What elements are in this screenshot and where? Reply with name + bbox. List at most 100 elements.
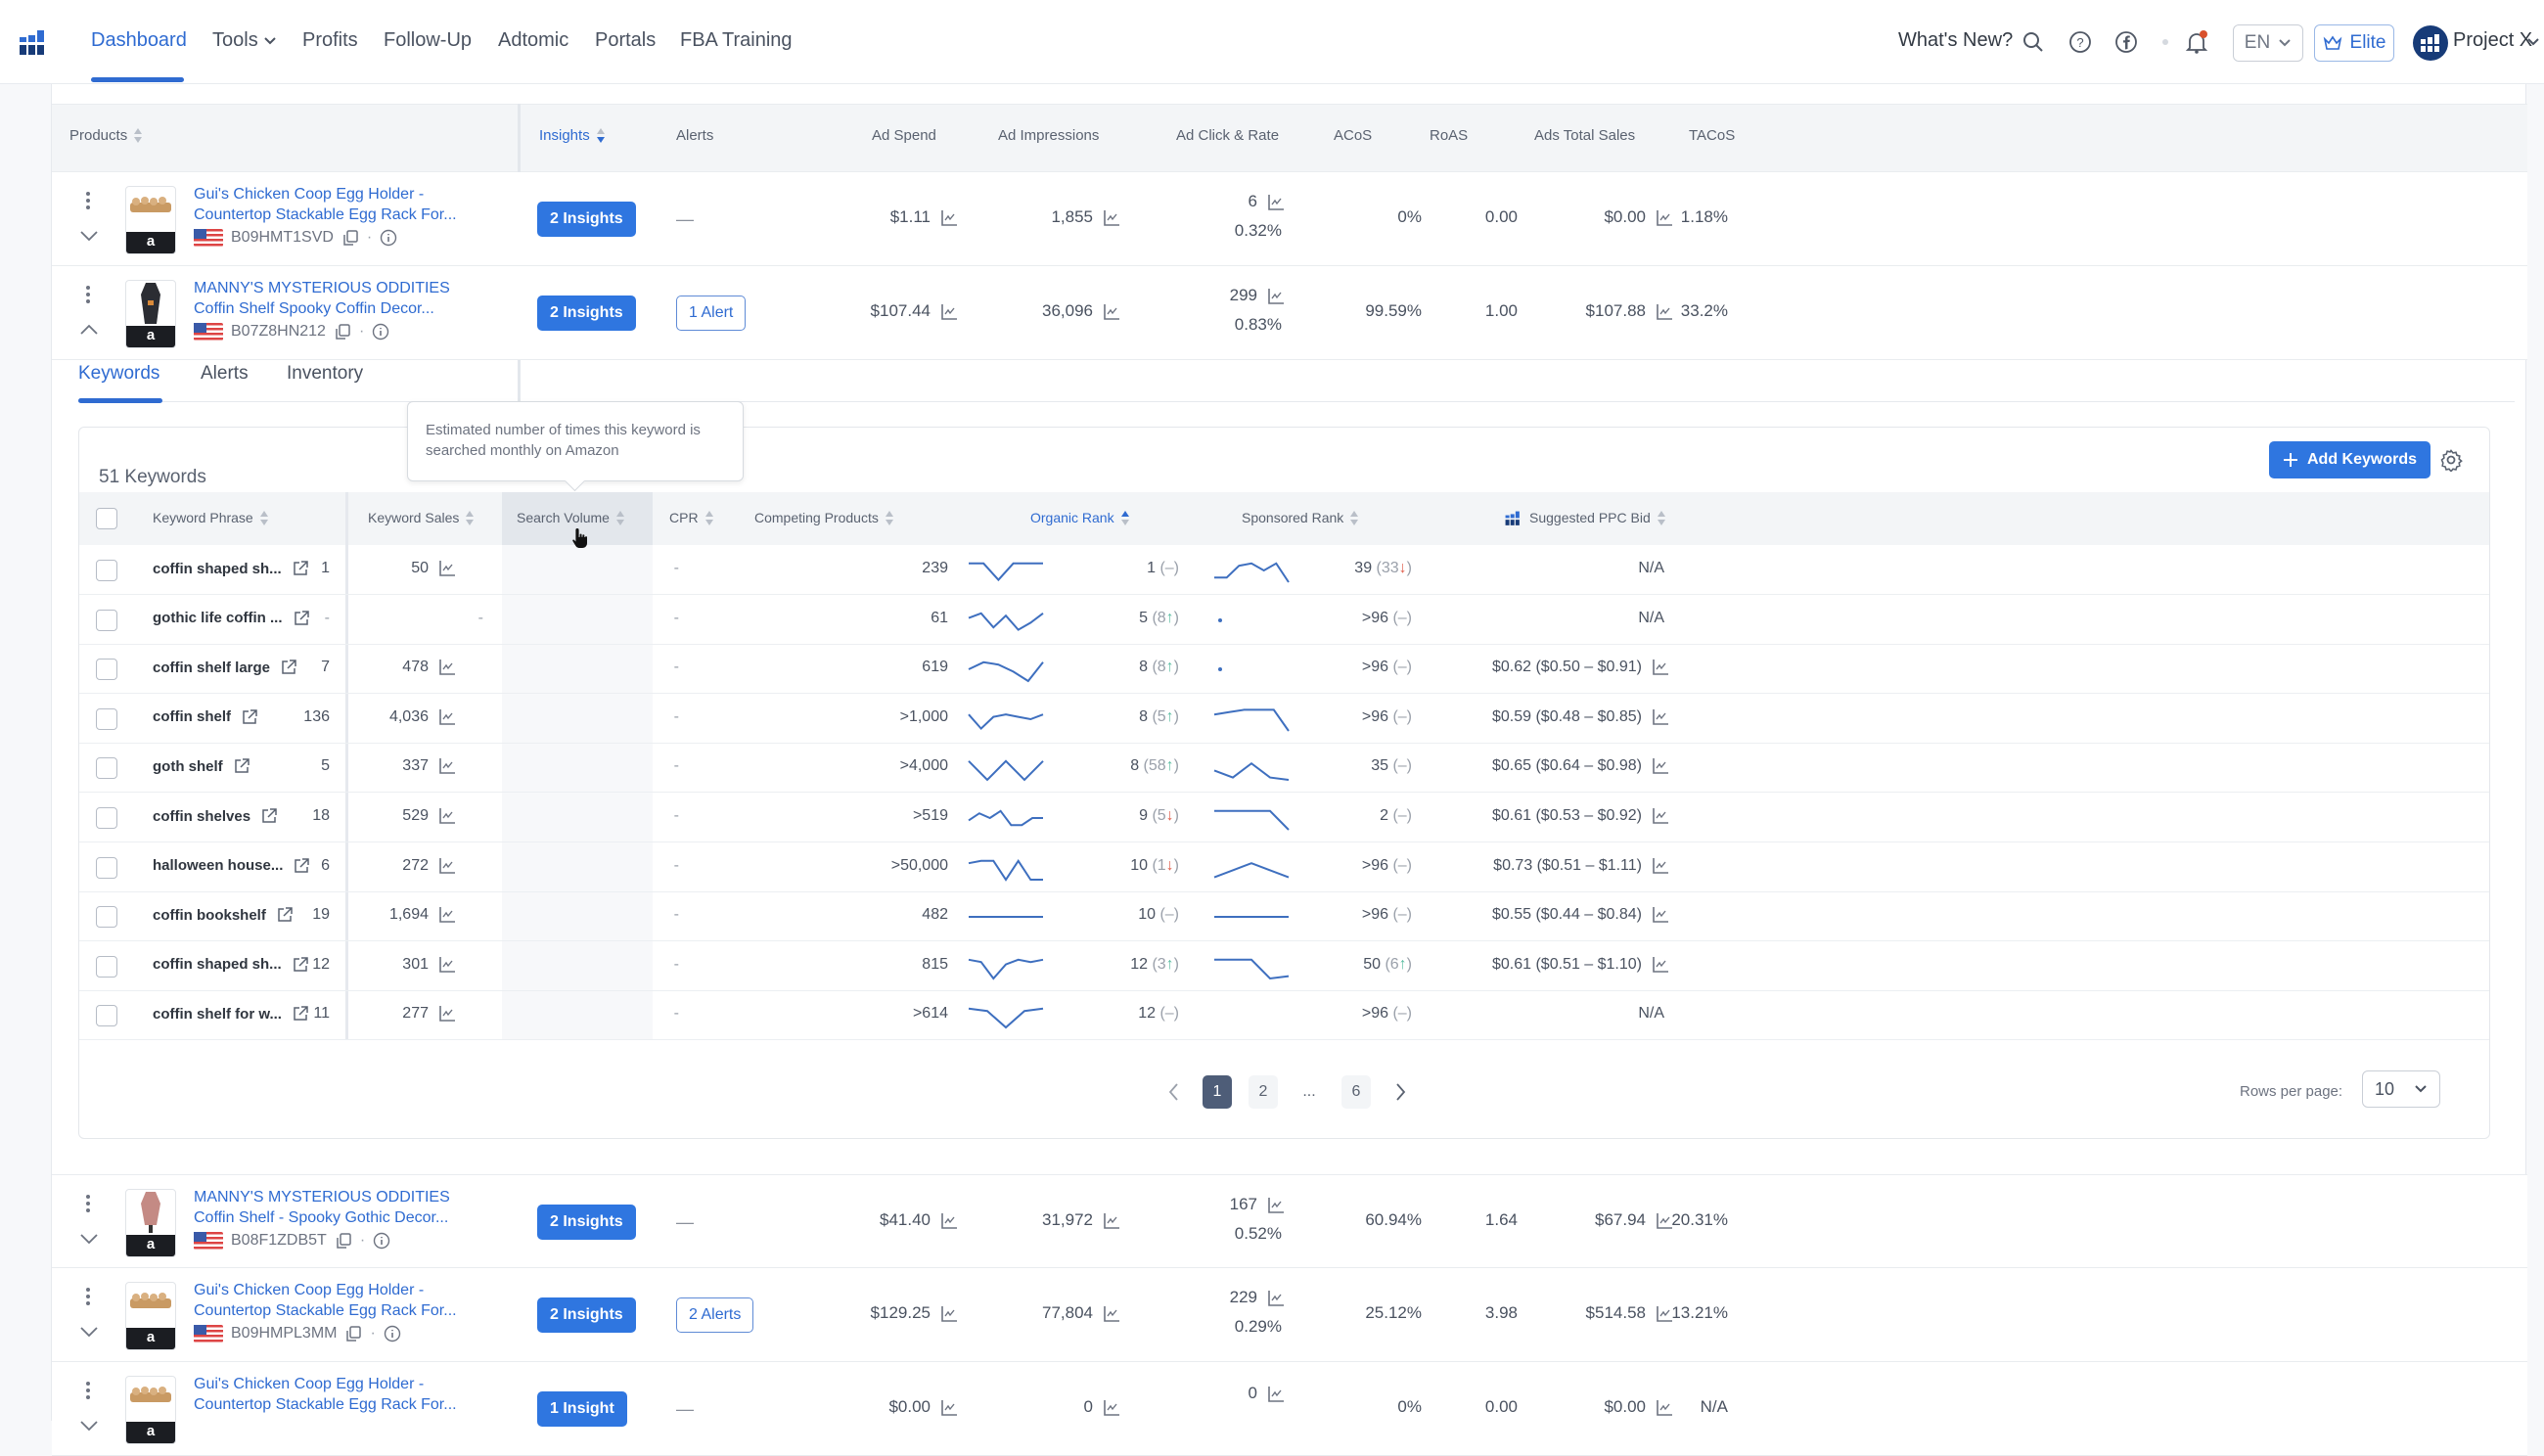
search-volume-chart-icon[interactable] bbox=[438, 1005, 456, 1023]
helium10-logo-icon[interactable] bbox=[18, 29, 47, 57]
external-link-icon[interactable] bbox=[292, 1005, 309, 1023]
ad-spend-chart-icon[interactable] bbox=[940, 1305, 958, 1323]
rows-per-page-select[interactable]: 10 bbox=[2362, 1070, 2440, 1108]
ad-clicks-chart-icon[interactable] bbox=[1267, 1197, 1285, 1214]
copy-icon[interactable] bbox=[344, 1325, 362, 1342]
insights-button[interactable]: 1 Insight bbox=[537, 1391, 627, 1427]
header-cpr[interactable]: CPR bbox=[669, 510, 714, 526]
external-link-icon[interactable] bbox=[233, 757, 250, 775]
ads-total-sales-chart-icon[interactable] bbox=[1656, 1399, 1673, 1417]
language-select[interactable]: EN bbox=[2233, 24, 2303, 62]
expand-row-chevron-down-icon[interactable] bbox=[79, 1325, 99, 1339]
ad-impressions-chart-icon[interactable] bbox=[1103, 1212, 1120, 1230]
info-icon[interactable] bbox=[373, 1232, 390, 1250]
external-link-icon[interactable] bbox=[276, 906, 294, 924]
help-icon[interactable]: ? bbox=[2067, 29, 2093, 55]
ppc-bid-chart-icon[interactable] bbox=[1652, 659, 1669, 676]
keyword-phrase-text[interactable]: coffin shaped sh... bbox=[153, 956, 282, 973]
account-chevron-down-icon[interactable] bbox=[2521, 29, 2544, 55]
header-sponsored-rank[interactable]: Sponsored Rank bbox=[1242, 510, 1359, 526]
ad-spend-chart-icon[interactable] bbox=[940, 1399, 958, 1417]
keyword-phrase-text[interactable]: coffin shelves bbox=[153, 808, 250, 825]
settings-gear-icon[interactable] bbox=[2439, 448, 2463, 472]
keyword-phrase-text[interactable]: coffin shelf large bbox=[153, 660, 270, 676]
search-volume-chart-icon[interactable] bbox=[438, 757, 456, 775]
external-link-icon[interactable] bbox=[292, 560, 309, 577]
search-volume-chart-icon[interactable] bbox=[438, 857, 456, 875]
search-icon[interactable] bbox=[2021, 29, 2046, 55]
row-checkbox[interactable] bbox=[96, 1005, 117, 1027]
header-suggested-ppc-bid[interactable]: Suggested PPC Bid bbox=[1504, 510, 1666, 526]
row-actions-kebab-icon[interactable] bbox=[85, 192, 91, 211]
ads-total-sales-chart-icon[interactable] bbox=[1656, 209, 1673, 227]
ad-clicks-chart-icon[interactable] bbox=[1267, 288, 1285, 305]
nav-fba-training[interactable]: FBA Training bbox=[680, 29, 793, 52]
ppc-bid-chart-icon[interactable] bbox=[1652, 956, 1669, 974]
search-volume-chart-icon[interactable] bbox=[438, 708, 456, 726]
nav-dashboard[interactable]: Dashboard bbox=[91, 29, 187, 52]
insights-button[interactable]: 2 Insights bbox=[537, 1297, 636, 1333]
keyword-phrase-text[interactable]: coffin shelf bbox=[153, 708, 231, 725]
product-title-link[interactable]: MANNY'S MYSTERIOUS ODDITIES Coffin Shelf … bbox=[194, 1187, 450, 1228]
ad-clicks-chart-icon[interactable] bbox=[1267, 1386, 1285, 1403]
header-keyword-sales[interactable]: Keyword Sales bbox=[368, 510, 475, 526]
ads-total-sales-chart-icon[interactable] bbox=[1656, 303, 1673, 321]
expand-row-chevron-down-icon[interactable] bbox=[79, 229, 99, 243]
add-keywords-button[interactable]: Add Keywords bbox=[2269, 441, 2431, 478]
header-keyword-phrase[interactable]: Keyword Phrase bbox=[153, 510, 269, 526]
info-icon[interactable] bbox=[372, 323, 389, 341]
header-search-volume[interactable]: Search Volume bbox=[517, 510, 625, 526]
ppc-bid-chart-icon[interactable] bbox=[1652, 708, 1669, 726]
row-checkbox[interactable] bbox=[96, 659, 117, 681]
row-actions-kebab-icon[interactable] bbox=[85, 1195, 91, 1214]
nav-profits[interactable]: Profits bbox=[302, 29, 358, 52]
search-volume-chart-icon[interactable] bbox=[438, 956, 456, 974]
whats-new-link[interactable]: What's New? bbox=[1898, 29, 2013, 52]
tab-keywords[interactable]: Keywords bbox=[78, 363, 159, 385]
select-all-checkbox[interactable] bbox=[96, 508, 117, 529]
copy-icon[interactable] bbox=[341, 229, 359, 247]
product-title-link[interactable]: Gui's Chicken Coop Egg Holder - Counterto… bbox=[194, 184, 457, 225]
copy-icon[interactable] bbox=[334, 323, 351, 341]
alerts-button[interactable]: 1 Alert bbox=[676, 296, 747, 331]
product-image[interactable]: a bbox=[125, 1189, 176, 1257]
row-actions-kebab-icon[interactable] bbox=[85, 1382, 91, 1401]
ads-total-sales-chart-icon[interactable] bbox=[1656, 1305, 1673, 1323]
header-insights[interactable]: Insights bbox=[539, 127, 606, 144]
facebook-icon[interactable] bbox=[2113, 29, 2139, 55]
keyword-phrase-text[interactable]: goth shelf bbox=[153, 758, 223, 775]
product-image[interactable]: a bbox=[125, 1376, 176, 1444]
page-2-button[interactable]: 2 bbox=[1249, 1075, 1278, 1109]
search-volume-chart-icon[interactable] bbox=[438, 807, 456, 825]
keyword-phrase-text[interactable]: gothic life coffin ... bbox=[153, 610, 283, 626]
collapse-row-chevron-up-icon[interactable] bbox=[79, 323, 99, 337]
expand-row-chevron-down-icon[interactable] bbox=[79, 1419, 99, 1433]
search-volume-chart-icon[interactable] bbox=[438, 906, 456, 924]
product-image[interactable]: a bbox=[125, 1282, 176, 1350]
header-competing-products[interactable]: Competing Products bbox=[754, 510, 894, 526]
ads-total-sales-chart-icon[interactable] bbox=[1656, 1212, 1673, 1230]
external-link-icon[interactable] bbox=[292, 956, 309, 974]
insights-button[interactable]: 2 Insights bbox=[537, 296, 636, 331]
page-6-button[interactable]: 6 bbox=[1341, 1075, 1371, 1109]
row-checkbox[interactable] bbox=[96, 906, 117, 929]
row-checkbox[interactable] bbox=[96, 609, 117, 631]
external-link-icon[interactable] bbox=[293, 857, 310, 875]
ad-impressions-chart-icon[interactable] bbox=[1103, 303, 1120, 321]
row-checkbox[interactable] bbox=[96, 955, 117, 978]
external-link-icon[interactable] bbox=[241, 708, 258, 726]
search-volume-chart-icon[interactable] bbox=[438, 560, 456, 577]
keyword-phrase-text[interactable]: halloween house... bbox=[153, 857, 283, 874]
keyword-phrase-text[interactable]: coffin bookshelf bbox=[153, 907, 266, 924]
row-checkbox[interactable] bbox=[96, 856, 117, 879]
product-title-link[interactable]: MANNY'S MYSTERIOUS ODDITIES Coffin Shelf … bbox=[194, 278, 450, 319]
ad-spend-chart-icon[interactable] bbox=[940, 303, 958, 321]
notifications-bell-icon[interactable] bbox=[2184, 29, 2209, 55]
external-link-icon[interactable] bbox=[280, 659, 297, 676]
product-title-link[interactable]: Gui's Chicken Coop Egg Holder - Counterto… bbox=[194, 1374, 457, 1415]
header-organic-rank[interactable]: Organic Rank bbox=[1030, 510, 1130, 526]
ad-clicks-chart-icon[interactable] bbox=[1267, 194, 1285, 211]
row-checkbox[interactable] bbox=[96, 807, 117, 829]
insights-button[interactable]: 2 Insights bbox=[537, 1205, 636, 1240]
external-link-icon[interactable] bbox=[260, 807, 278, 825]
